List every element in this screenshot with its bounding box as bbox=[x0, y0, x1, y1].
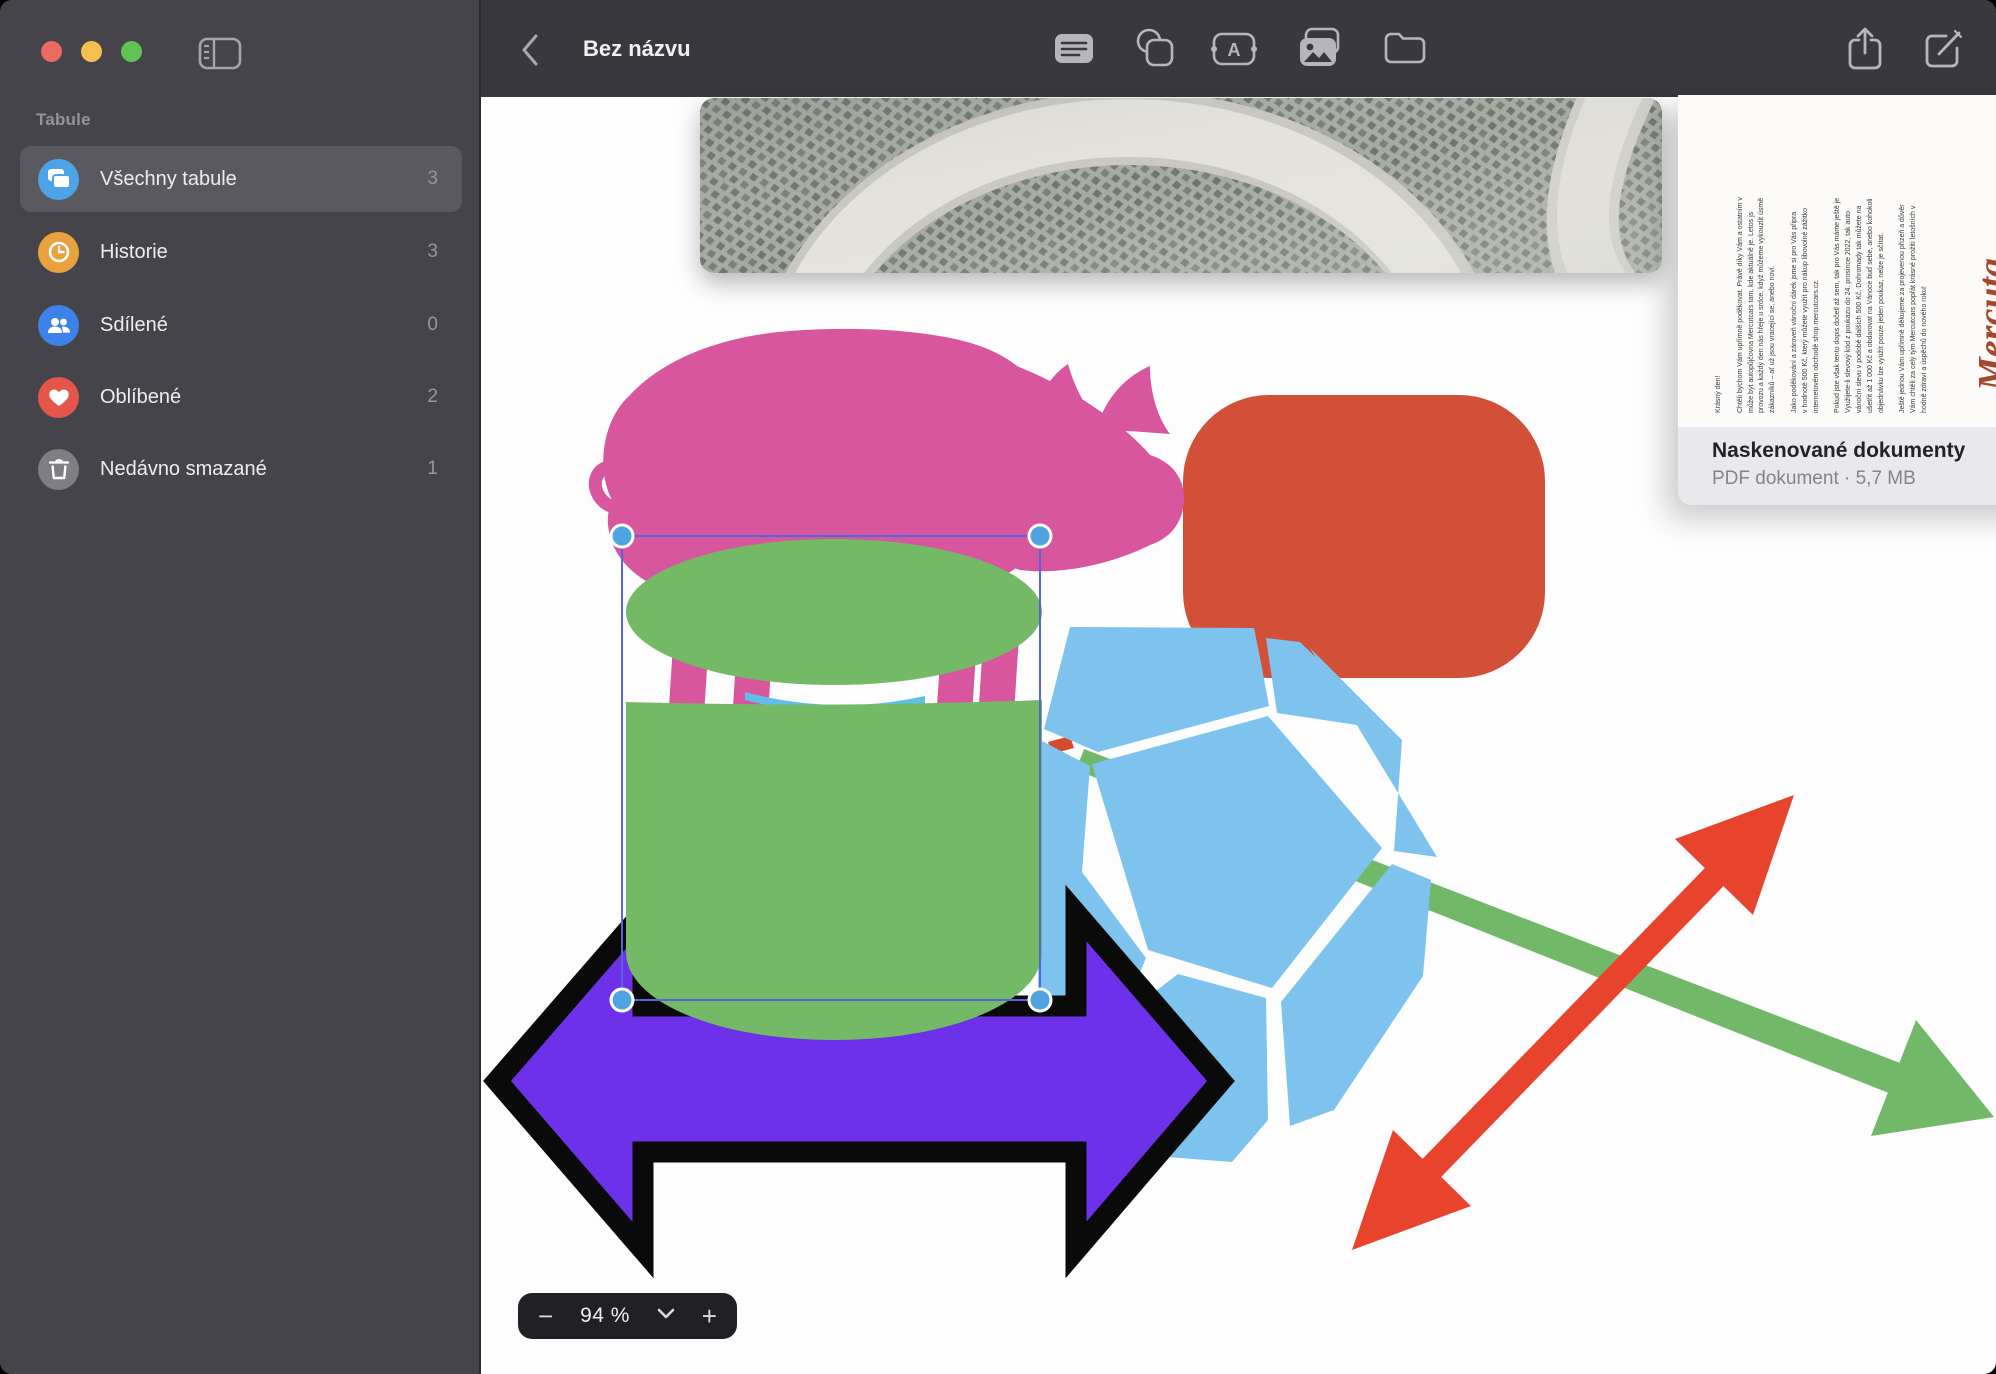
traffic-lights bbox=[41, 41, 142, 62]
people-icon bbox=[38, 305, 79, 346]
insert-textbox-button[interactable]: A bbox=[1210, 32, 1258, 71]
share-icon[interactable] bbox=[1845, 26, 1885, 77]
compose-icon[interactable] bbox=[1921, 28, 1965, 77]
sidebar-item-label: Všechny tabule bbox=[100, 168, 427, 191]
attachment-caption: Naskenované dokumenty PDF dokument · 5,7… bbox=[1678, 427, 1996, 505]
attachment-card[interactable]: Krásný den! Chtěli bychom Vám upřímně po… bbox=[1678, 95, 1996, 505]
sidebar-toggle-icon[interactable] bbox=[198, 37, 242, 76]
insert-media-button[interactable] bbox=[1297, 27, 1343, 74]
minimize-window-button[interactable] bbox=[81, 41, 102, 62]
svg-text:A: A bbox=[1228, 40, 1241, 60]
zoom-out-button[interactable]: − bbox=[538, 1303, 553, 1329]
sidebar-item-count: 0 bbox=[427, 314, 438, 336]
attachment-meta: PDF dokument · 5,7 MB bbox=[1712, 468, 1996, 490]
selection-handle-top-right bbox=[1029, 525, 1051, 547]
cylinder-shape[interactable] bbox=[626, 539, 1042, 1040]
boards-icon bbox=[38, 159, 79, 200]
zoom-in-button[interactable]: + bbox=[702, 1303, 717, 1329]
sidebar-item-shared[interactable]: Sdílené 0 bbox=[20, 292, 462, 358]
chevron-down-icon[interactable] bbox=[657, 1307, 675, 1325]
sidebar-item-label: Nedávno smazané bbox=[100, 458, 427, 481]
sidebar-item-label: Oblíbené bbox=[100, 386, 427, 409]
insert-shape-button[interactable] bbox=[1133, 26, 1177, 75]
document-preview: Krásný den! Chtěli bychom Vám upřímně po… bbox=[1678, 95, 1996, 427]
sidebar-item-count: 3 bbox=[427, 241, 438, 263]
sidebar: Tabule Všechny tabule 3 Historie 3 bbox=[0, 0, 481, 1374]
document-logo: Mercuta bbox=[1970, 121, 1996, 391]
zoom-control: − 94 % + bbox=[518, 1293, 737, 1339]
sidebar-item-recently-deleted[interactable]: Nedávno smazané 1 bbox=[20, 436, 462, 502]
sidebar-item-all-boards[interactable]: Všechny tabule 3 bbox=[20, 146, 462, 212]
selection-handle-bottom-right bbox=[1029, 989, 1051, 1011]
selection-handle-bottom-left bbox=[611, 989, 633, 1011]
folder-button[interactable] bbox=[1383, 30, 1427, 71]
sidebar-section-label: Tabule bbox=[36, 110, 91, 130]
trash-icon bbox=[38, 449, 79, 490]
selection-handle-top-left bbox=[611, 525, 633, 547]
board-title[interactable]: Bez názvu bbox=[583, 36, 691, 62]
sidebar-item-label: Sdílené bbox=[100, 314, 427, 337]
zoom-level-value[interactable]: 94 % bbox=[580, 1304, 630, 1328]
sidebar-item-history[interactable]: Historie 3 bbox=[20, 219, 462, 285]
sidebar-item-favorites[interactable]: Oblíbené 2 bbox=[20, 364, 462, 430]
insert-note-button[interactable] bbox=[1053, 29, 1095, 72]
freeform-window: Tabule Všechny tabule 3 Historie 3 bbox=[0, 0, 1996, 1374]
sidebar-item-count: 3 bbox=[427, 168, 438, 190]
heart-icon bbox=[38, 377, 79, 418]
board-canvas[interactable]: Krásný den! Chtěli bychom Vám upřímně po… bbox=[481, 97, 1996, 1374]
back-button[interactable] bbox=[518, 31, 544, 74]
sidebar-item-label: Historie bbox=[100, 241, 427, 264]
zoom-window-button[interactable] bbox=[121, 41, 142, 62]
sidebar-item-count: 2 bbox=[427, 386, 438, 408]
clock-icon bbox=[38, 232, 79, 273]
sidebar-item-count: 1 bbox=[427, 458, 438, 480]
document-text: Krásný den! Chtěli bychom Vám upřímně po… bbox=[1714, 95, 1964, 413]
close-window-button[interactable] bbox=[41, 41, 62, 62]
attachment-title: Naskenované dokumenty bbox=[1712, 439, 1996, 463]
